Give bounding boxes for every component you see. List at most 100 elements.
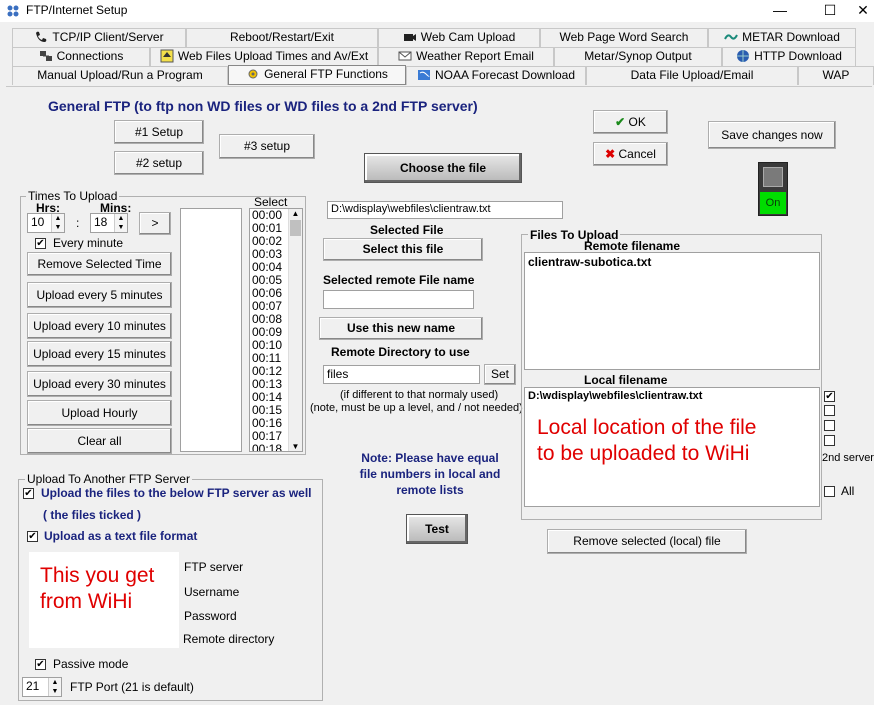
check-icon: ✔: [615, 115, 626, 129]
add-time-button[interactable]: >: [139, 212, 171, 235]
toggle-label: On: [760, 192, 786, 214]
choose-file-button[interactable]: Choose the file: [364, 153, 522, 183]
hours-value: 10: [31, 215, 45, 229]
tab-label: Weather Report Email: [416, 49, 534, 63]
local-filename-header: Local filename: [584, 373, 668, 387]
every-minute-checkbox[interactable]: ✔: [35, 238, 46, 249]
spin-arrows-icon[interactable]: ▲ ▼: [51, 214, 64, 232]
every-minute-label: Every minute: [53, 236, 124, 250]
upload-every-15-button[interactable]: Upload every 15 minutes: [27, 341, 172, 367]
tab-web-files-upload[interactable]: Web Files Upload Times and Av/Ext: [150, 47, 378, 66]
tab-label: Web Cam Upload: [420, 30, 516, 44]
tab-data-file-upload[interactable]: Data File Upload/Email: [586, 66, 798, 85]
spin-arrows-icon[interactable]: ▲ ▼: [114, 214, 127, 232]
file-path-field[interactable]: D:\wdisplay\webfiles\clientraw.txt: [327, 201, 563, 219]
upload-every-5-button[interactable]: Upload every 5 minutes: [27, 282, 172, 308]
upload-times-list[interactable]: [180, 208, 242, 452]
remote-filename-list[interactable]: clientraw-subotica.txt: [524, 252, 820, 370]
tab-label: Web Page Word Search: [559, 30, 689, 44]
ftp-port-label: FTP Port (21 is default): [70, 680, 194, 694]
upload-every-30-button[interactable]: Upload every 30 minutes: [27, 371, 172, 397]
passive-mode-checkbox[interactable]: ✔: [35, 659, 46, 670]
remove-local-file-button[interactable]: Remove selected (local) file: [547, 529, 747, 554]
setup-2-button[interactable]: #2 setup: [114, 151, 204, 175]
maximize-button[interactable]: ☐: [810, 0, 850, 22]
selected-file-label: Selected File: [370, 223, 444, 237]
tab-metar-synop[interactable]: Metar/Synop Output: [554, 47, 722, 66]
gear-sun-icon: [248, 69, 258, 79]
tab-label: METAR Download: [742, 30, 840, 44]
remote-directory-input[interactable]: files: [323, 365, 480, 384]
tab-metar-download[interactable]: METAR Download: [708, 28, 856, 47]
select-this-file-button[interactable]: Select this file: [323, 238, 483, 261]
password-label: Password: [184, 609, 237, 623]
tab-manual-upload[interactable]: Manual Upload/Run a Program: [12, 66, 228, 85]
tab-label: HTTP Download: [754, 49, 842, 63]
wave-icon: [724, 34, 738, 40]
upload-below-label: Upload the files to the below FTP server…: [41, 486, 312, 500]
server2-checkbox-1[interactable]: ✔: [824, 391, 835, 402]
tab-reboot[interactable]: Reboot/Restart/Exit: [186, 28, 378, 47]
text-format-checkbox[interactable]: ✔: [27, 531, 38, 542]
remote-filename-item[interactable]: clientraw-subotica.txt: [525, 253, 819, 271]
server2-checkbox-3[interactable]: [824, 420, 835, 431]
time-list-scrollbar[interactable]: ▲ ▼: [288, 209, 302, 451]
tab-tcpip[interactable]: TCP/IP Client/Server: [12, 28, 186, 47]
remote-directory-note-1: (if different to that normaly used): [340, 389, 499, 401]
tab-general-ftp[interactable]: General FTP Functions: [228, 65, 406, 85]
select-time-list[interactable]: 00:00 00:01 00:02 00:03 00:04 00:05 00:06 00:07…: [249, 208, 303, 452]
remote-file-name-label: Selected remote File name: [323, 273, 475, 287]
local-filename-list[interactable]: D:\wdisplay\webfiles\clientraw.txt Local…: [524, 387, 820, 507]
ok-button[interactable]: ✔ OK: [593, 110, 668, 134]
clear-all-button[interactable]: Clear all: [27, 428, 172, 454]
setup-3-button[interactable]: #3 setup: [219, 134, 315, 159]
setup-1-button[interactable]: #1 Setup: [114, 120, 204, 144]
tab-strip: TCP/IP Client/Server Reboot/Restart/Exit…: [0, 28, 874, 86]
cancel-button[interactable]: ✖ Cancel: [593, 142, 668, 166]
tab-connections[interactable]: Connections: [12, 47, 150, 66]
local-filename-item[interactable]: D:\wdisplay\webfiles\clientraw.txt: [525, 388, 819, 404]
tab-label: Reboot/Restart/Exit: [229, 30, 335, 44]
test-button[interactable]: Test: [406, 514, 468, 544]
remote-directory-note-2: (note, must be up a level, and / not nee…: [310, 402, 523, 414]
tab-http-download[interactable]: HTTP Download: [722, 47, 856, 66]
server2-checkbox-4[interactable]: [824, 435, 835, 446]
scroll-up-icon[interactable]: ▲: [289, 209, 302, 218]
minutes-spinner[interactable]: 18 ▲ ▼: [90, 213, 128, 233]
close-button[interactable]: ✕: [852, 0, 874, 22]
time-colon: :: [76, 216, 80, 230]
upload-hourly-button[interactable]: Upload Hourly: [27, 400, 172, 426]
remote-file-name-input[interactable]: [323, 290, 474, 309]
tab-wap[interactable]: WAP: [798, 66, 874, 85]
tab-label: NOAA Forecast Download: [434, 68, 576, 82]
use-new-name-button[interactable]: Use this new name: [319, 317, 483, 340]
hours-spinner[interactable]: 10 ▲ ▼: [27, 213, 65, 233]
set-directory-button[interactable]: Set: [484, 364, 516, 385]
tab-word-search[interactable]: Web Page Word Search: [540, 28, 708, 47]
remove-selected-time-button[interactable]: Remove Selected Time: [27, 252, 172, 276]
save-changes-button[interactable]: Save changes now: [708, 121, 836, 149]
tab-label: Manual Upload/Run a Program: [37, 68, 203, 82]
server2-checkbox-2[interactable]: [824, 405, 835, 416]
title-bar: FTP/Internet Setup — ☐ ✕: [0, 0, 874, 22]
second-server-label: 2nd server: [822, 452, 874, 464]
ftp-server-label: FTP server: [184, 560, 244, 574]
upload-every-10-button[interactable]: Upload every 10 minutes: [27, 313, 172, 339]
minimize-button[interactable]: —: [760, 0, 800, 22]
scroll-down-icon[interactable]: ▼: [289, 442, 302, 451]
ftp-credentials-panel[interactable]: This you get from WiHi: [29, 552, 179, 648]
tab-webcam[interactable]: Web Cam Upload: [378, 28, 540, 47]
ftp-port-spinner[interactable]: 21 ▲ ▼: [22, 677, 62, 697]
on-toggle[interactable]: On: [758, 162, 788, 216]
window-title: FTP/Internet Setup: [26, 3, 128, 17]
local-location-annotation: Local location of the file to be uploade…: [537, 416, 757, 465]
remote-directory-label: Remote Directory to use: [331, 345, 470, 359]
scroll-thumb[interactable]: [290, 220, 301, 236]
tab-weather-email[interactable]: Weather Report Email: [378, 47, 554, 66]
all-checkbox[interactable]: [824, 486, 835, 497]
tab-noaa-forecast[interactable]: NOAA Forecast Download: [406, 66, 586, 85]
upload-below-checkbox[interactable]: ✔: [23, 488, 34, 499]
spin-arrows-icon[interactable]: ▲ ▼: [48, 678, 61, 696]
tab-label: General FTP Functions: [264, 67, 388, 81]
passive-mode-label: Passive mode: [53, 657, 129, 671]
